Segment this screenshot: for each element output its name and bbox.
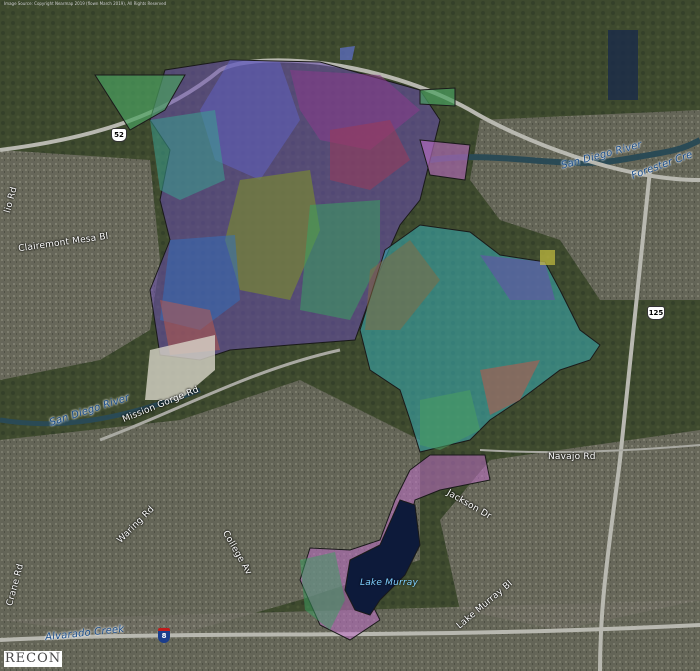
interstate-8-shield: 8 <box>158 628 170 643</box>
route-125-shield: 125 <box>647 306 665 320</box>
road-label-navajo: Navajo Rd <box>548 452 596 462</box>
lake-label-murray: Lake Murray <box>360 578 419 588</box>
map-canvas[interactable]: Image Source: Copyright Nearmap 2019 (fl… <box>0 0 700 671</box>
aerial-basemap <box>0 0 700 671</box>
route-52-shield: 52 <box>111 128 127 142</box>
image-source-credit: Image Source: Copyright Nearmap 2019 (fl… <box>4 1 167 6</box>
recon-logo: RECON <box>4 651 62 667</box>
